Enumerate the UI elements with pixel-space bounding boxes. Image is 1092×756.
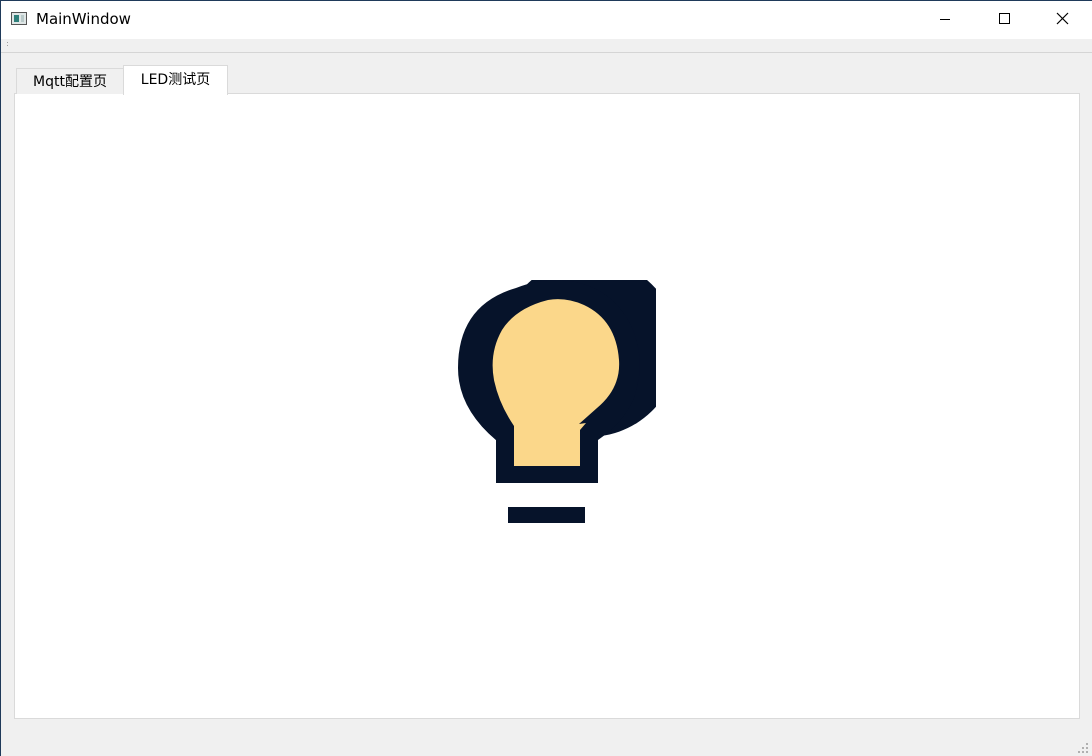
minimize-button[interactable]: [915, 1, 974, 39]
app-window-icon[interactable]: [11, 12, 27, 25]
window-title: MainWindow: [36, 10, 131, 28]
maximize-icon: [999, 13, 1010, 24]
led-test-page: [14, 93, 1080, 719]
maximize-button[interactable]: [974, 1, 1033, 39]
lightbulb-icon: [458, 280, 656, 523]
tab-mqtt-config[interactable]: Mqtt配置页: [16, 68, 124, 94]
resize-grip-icon[interactable]: [1078, 743, 1088, 753]
minimize-icon: [940, 19, 950, 20]
title-bar[interactable]: MainWindow: [1, 1, 1092, 39]
app-icon-pane-left: [14, 15, 19, 22]
close-icon: [1056, 12, 1069, 25]
bulb-base-bar: [508, 507, 585, 523]
close-button[interactable]: [1033, 1, 1092, 39]
menu-bar: [1, 39, 1092, 53]
menu-bar-grip[interactable]: [7, 42, 9, 48]
app-icon-pane-right: [21, 15, 24, 22]
main-window: MainWindow Mqtt配置页 LED测试页: [0, 0, 1092, 756]
tab-led-test[interactable]: LED测试页: [123, 65, 228, 95]
